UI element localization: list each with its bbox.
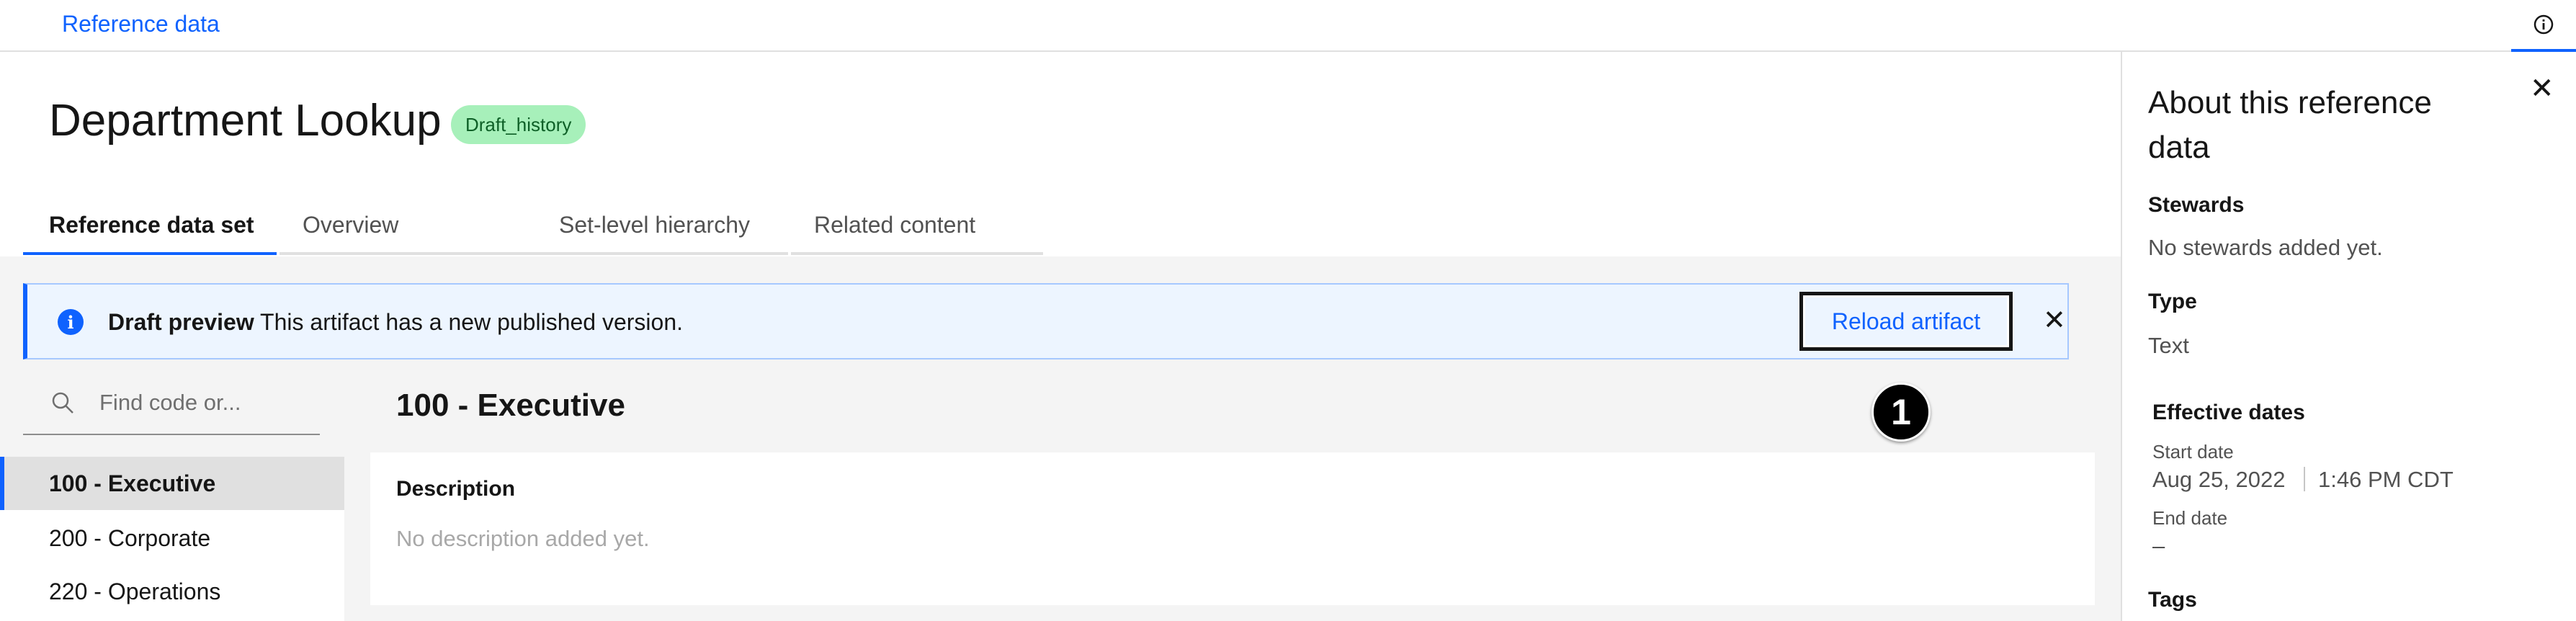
description-value: No description added yet. [396,526,650,551]
breadcrumb-reference-data[interactable]: Reference data [62,11,220,37]
tab-label: Set-level hierarchy [559,212,750,238]
effective-dates-label: Effective dates [2152,401,2305,424]
reload-artifact-label: Reload artifact [1831,308,1981,334]
detail-title: 100 - Executive [396,388,625,423]
tab-overview[interactable]: Overview [279,203,553,255]
start-date-label: Start date [2152,441,2234,463]
code-label: 100 - Executive [49,470,216,496]
tab-label: Overview [303,212,399,238]
about-side-panel: About this reference data ✕ Stewards No … [2121,52,2576,621]
notification-banner: i Draft preview This artifact has a new … [23,283,2069,359]
info-button[interactable] [2511,0,2576,52]
start-date-value: Aug 25, 2022 [2152,467,2286,492]
description-card: Description No description added yet. [370,452,2095,605]
tab-label: Reference data set [49,212,254,238]
end-date-label: End date [2152,507,2228,529]
notification-title: Draft preview [108,309,254,335]
tab-reference-data-set[interactable]: Reference data set [23,203,277,255]
reload-artifact-button[interactable]: Reload artifact [1799,292,2013,351]
tab-related-content[interactable]: Related content [791,203,1043,255]
top-bar: Reference data [0,0,2576,52]
tab-label: Related content [814,212,976,238]
status-tag: Draft_history [451,105,586,144]
tags-label: Tags [2148,588,2197,612]
panel-title: About this reference data [2148,85,2432,165]
code-label: 220 - Operations [49,578,221,604]
stewards-label: Stewards [2148,193,2245,217]
code-item-operations[interactable]: 220 - Operations [0,565,344,618]
stewards-value: No stewards added yet. [2148,235,2383,260]
close-icon[interactable]: ✕ [2043,306,2066,335]
date-time-divider [2304,467,2305,491]
end-date-value: – [2152,533,2165,558]
info-icon [2533,14,2554,35]
notification-message: This artifact has a new published versio… [260,309,684,335]
close-icon[interactable]: ✕ [2530,72,2554,105]
type-label: Type [2148,290,2197,313]
tab-set-level-hierarchy[interactable]: Set-level hierarchy [536,203,788,255]
search-input[interactable] [99,372,316,434]
notification-text: Draft preview This artifact has a new pu… [108,309,683,336]
search-icon [52,392,73,414]
code-search [23,372,320,435]
page-title: Department Lookup [49,96,442,146]
description-label: Description [396,477,516,501]
code-label: 200 - Corporate [49,524,211,551]
step-marker: 1 [1871,383,1931,442]
info-filled-icon: i [58,309,84,335]
code-item-corporate[interactable]: 200 - Corporate [0,511,344,565]
code-list: 100 - Executive 200 - Corporate 220 - Op… [0,457,344,621]
code-item-executive[interactable]: 100 - Executive [0,457,344,510]
type-value: Text [2148,333,2189,358]
start-time-value: 1:46 PM CDT [2318,467,2454,492]
